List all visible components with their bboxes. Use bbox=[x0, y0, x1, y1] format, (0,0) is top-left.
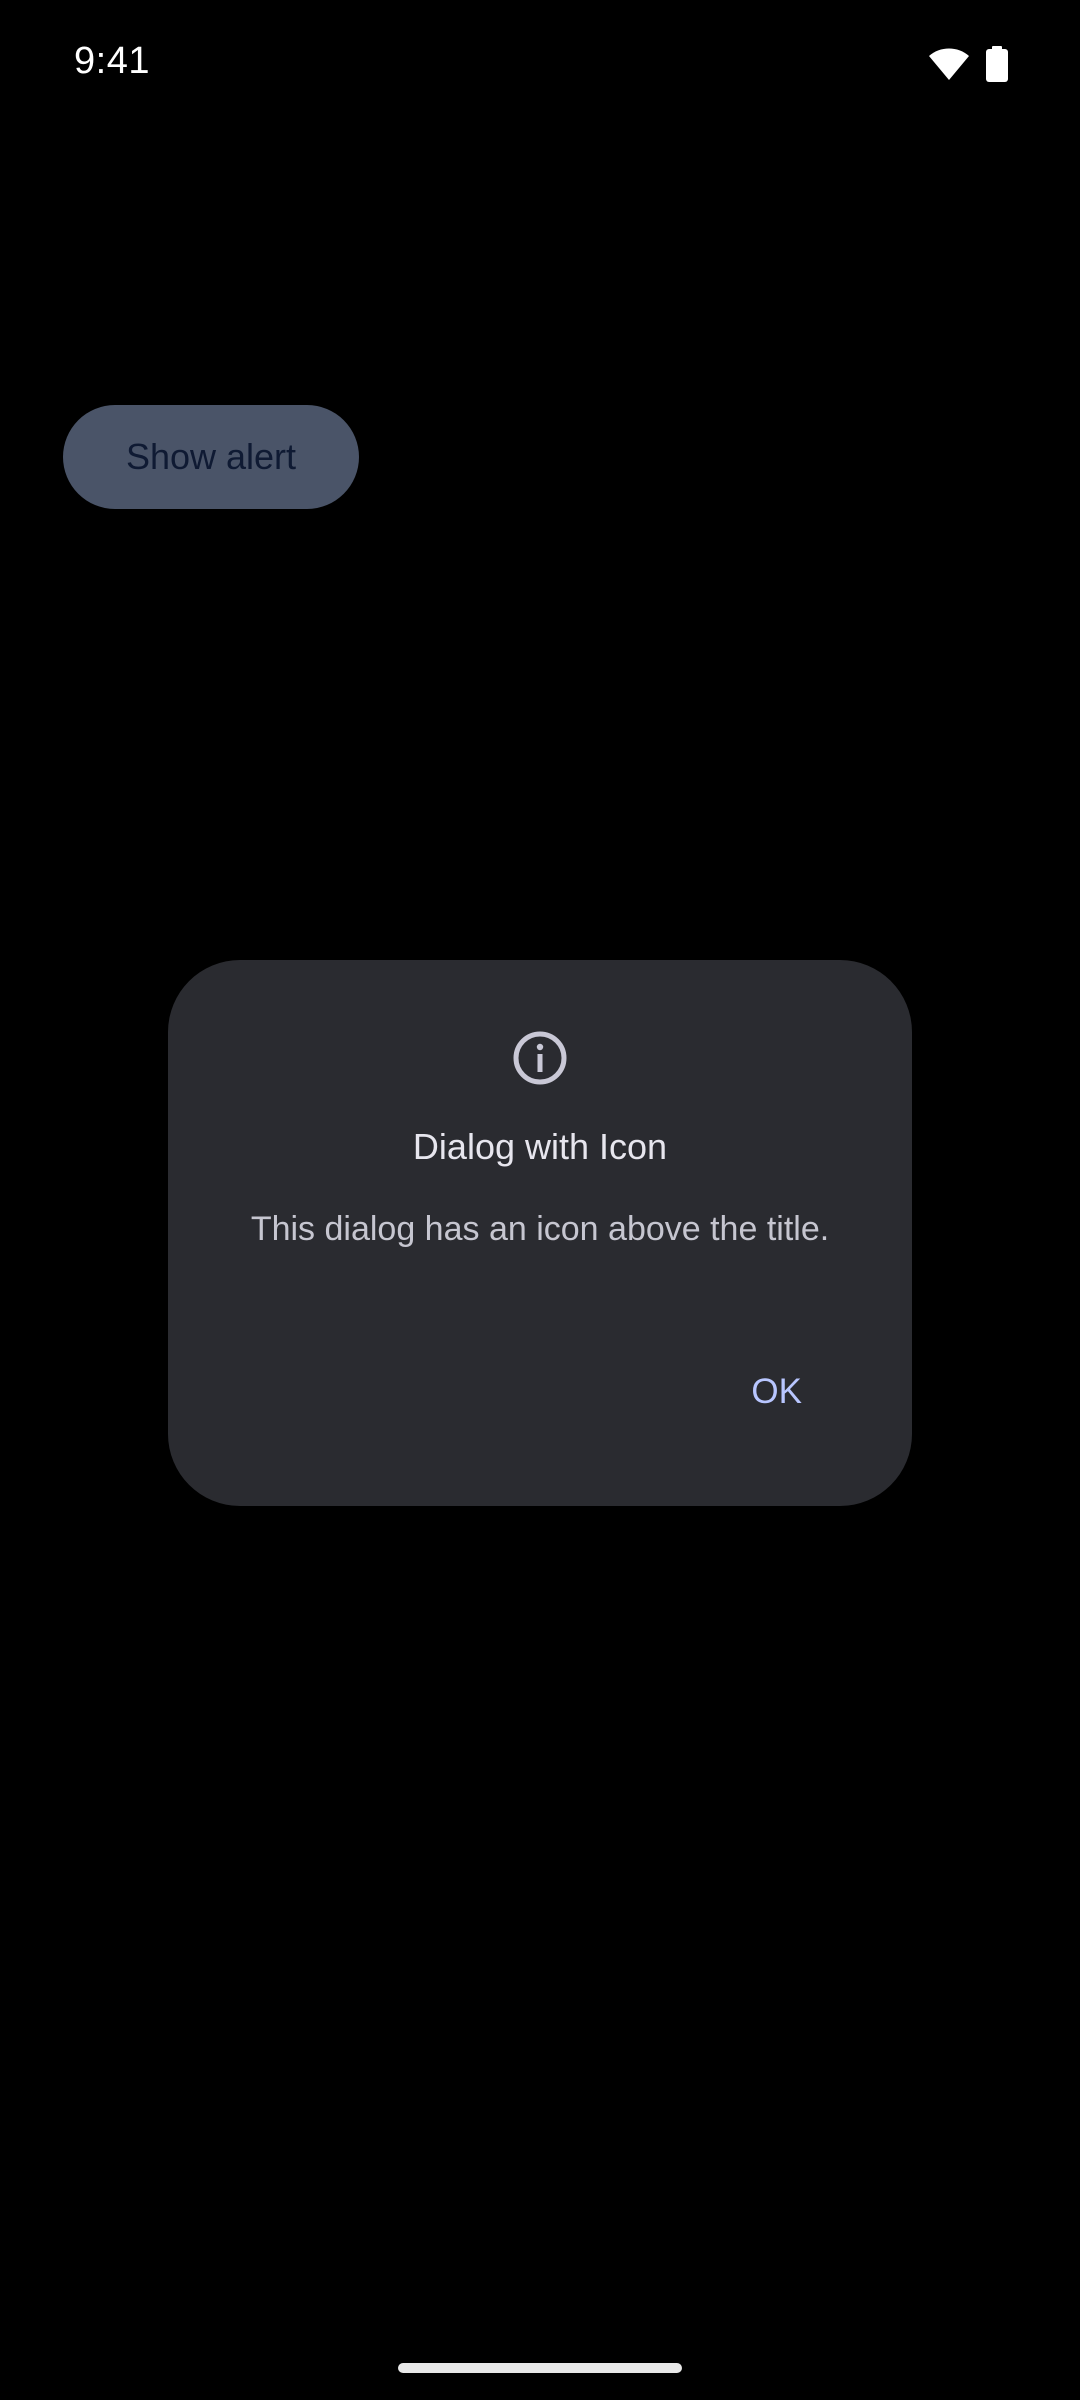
dialog-title: Dialog with Icon bbox=[412, 1126, 668, 1167]
show-alert-button[interactable]: Show alert bbox=[63, 405, 359, 509]
alert-dialog: Dialog with Icon This dialog has an icon… bbox=[168, 960, 912, 1506]
status-time: 9:41 bbox=[74, 40, 150, 82]
status-bar: 9:41 bbox=[0, 0, 1080, 130]
wifi-icon bbox=[928, 47, 970, 81]
info-icon bbox=[510, 1028, 570, 1088]
battery-icon bbox=[986, 46, 1008, 82]
ok-button[interactable]: OK bbox=[731, 1352, 822, 1432]
dialog-message: This dialog has an icon above the title. bbox=[250, 1210, 830, 1248]
gesture-nav-handle[interactable] bbox=[398, 2363, 682, 2373]
status-icons bbox=[928, 46, 1008, 82]
screen: 9:41 Show alert Dialog with Icon This di… bbox=[0, 0, 1080, 2400]
